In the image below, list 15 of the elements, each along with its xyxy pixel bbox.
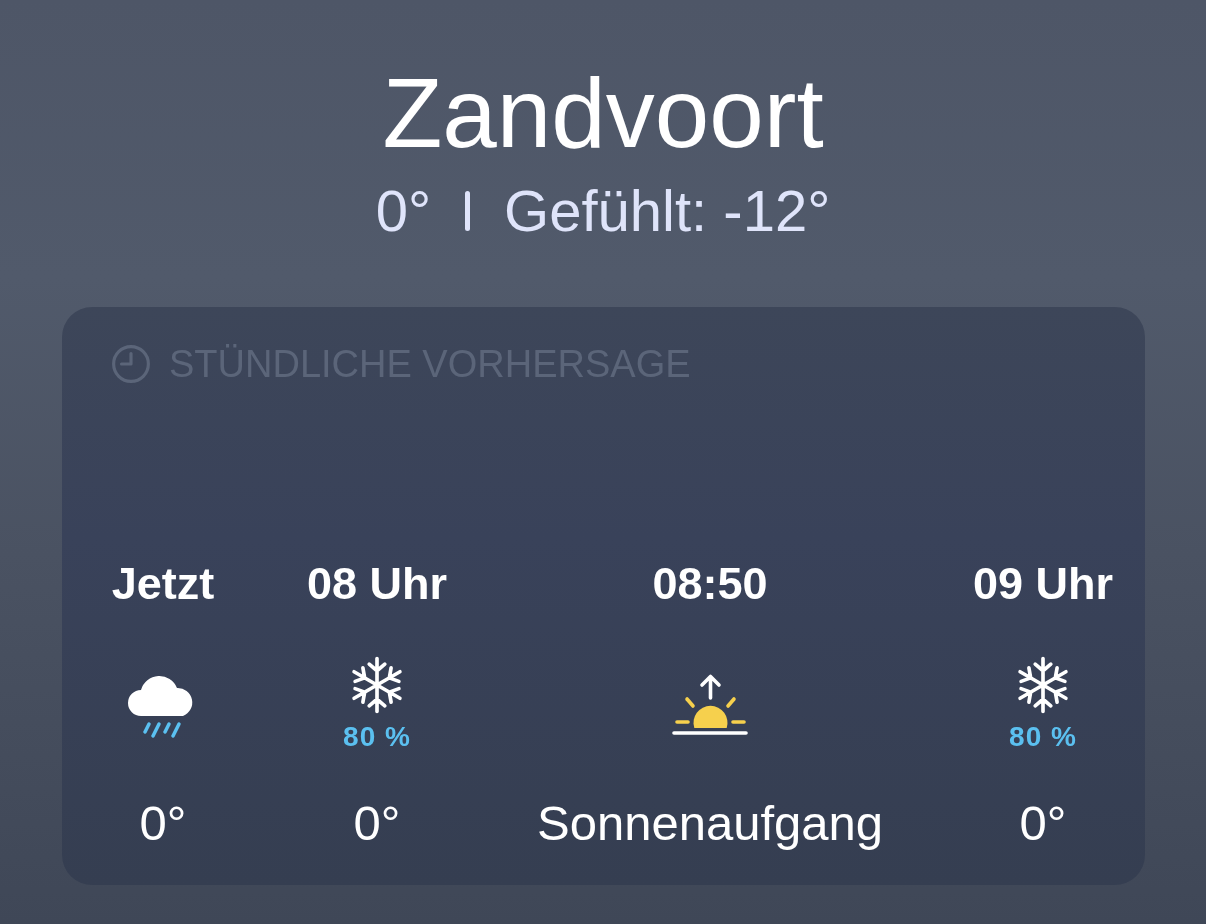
forecast-time: Jetzt [111, 558, 215, 610]
forecast-time: 08:50 [652, 558, 768, 610]
sunrise-icon [672, 672, 748, 736]
precipitation-chance: 80 % [1009, 722, 1077, 752]
current-temperature: 0° [375, 179, 432, 243]
precipitation-chance: 80 % [343, 722, 411, 752]
forecast-time: 09 Uhr [972, 558, 1114, 610]
feels-like-temperature: Gefühlt: -12° [504, 179, 831, 243]
event-label: Sonnenaufgang [536, 795, 884, 852]
forecast-time: 08 Uhr [306, 558, 448, 610]
clock-icon [111, 344, 151, 384]
city-name: Zandvoort [382, 61, 824, 165]
forecast-temperature: 0° [139, 795, 187, 852]
forecast-temperature: 0° [353, 795, 401, 852]
forecast-temperature: 0° [1019, 795, 1067, 852]
